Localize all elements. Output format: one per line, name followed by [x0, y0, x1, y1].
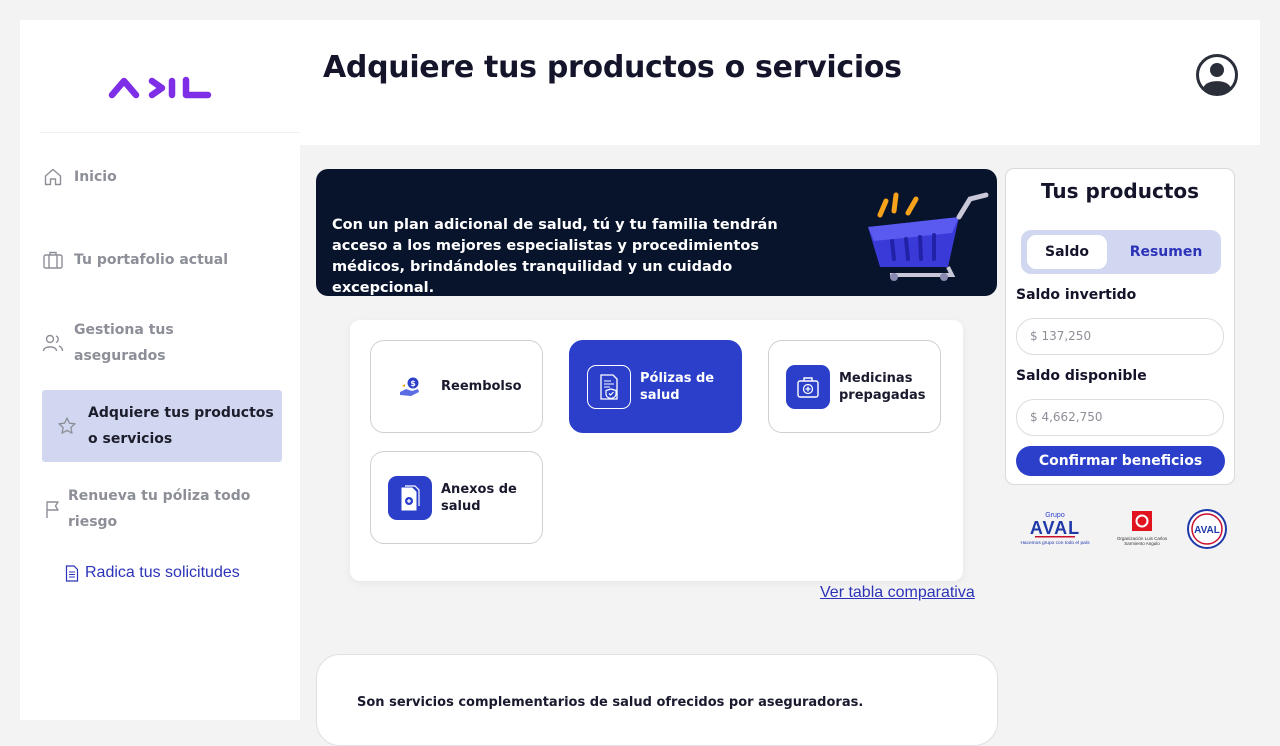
document-icon	[65, 564, 79, 582]
banner-text: Con un plan adicional de salud, tú y tu …	[332, 216, 778, 296]
saldo-resumen-toggle: Saldo Resumen	[1021, 230, 1221, 274]
sidebar: Inicio Tu portafolio actual Gestiona tus…	[20, 20, 360, 720]
health-annex-icon	[388, 475, 432, 520]
page-header: Adquiere tus productos o servicios	[300, 20, 1260, 145]
shopping-cart-icon	[864, 189, 994, 285]
flag-icon	[42, 498, 64, 520]
card-medicinas-prepagadas[interactable]: Medicinas prepagadas	[768, 340, 941, 433]
page-title: Adquiere tus productos o servicios	[323, 50, 902, 85]
grupo-aval-logo: Grupo AVAL Hacemos grupo con todo el paí…	[1013, 510, 1099, 552]
saldo-disponible-field[interactable]: $ 4,662,750	[1016, 399, 1224, 436]
promo-banner: Con un plan adicional de salud, tú y tu …	[316, 169, 997, 296]
card-label: Medicinas prepagadas	[839, 370, 926, 403]
card-reembolso[interactable]: $ Reembolso	[370, 340, 543, 433]
sidebar-item-gestiona[interactable]: Gestiona tus asegurados	[42, 317, 242, 369]
olc-caption-line-2: Sarmiento Angulo	[1124, 541, 1160, 546]
sidebar-item-adquiere[interactable]: Adquiere tus productos o servicios	[42, 390, 282, 462]
card-anexos-de-salud[interactable]: Anexos de salud	[370, 451, 543, 544]
info-panel: Son servicios complementarios de salud o…	[316, 654, 998, 746]
tab-saldo[interactable]: Saldo	[1027, 235, 1107, 269]
adl-logo[interactable]	[108, 72, 212, 106]
sidebar-item-label: Tu portafolio actual	[74, 252, 228, 268]
users-icon	[42, 332, 64, 354]
home-icon	[42, 166, 64, 188]
olc-logo: Organización Luis Carlos Sarmiento Angul…	[1112, 510, 1172, 546]
user-circle-icon	[1196, 54, 1238, 96]
user-avatar-button[interactable]	[1196, 54, 1238, 100]
aval-seal-logo: AVAL	[1187, 509, 1227, 553]
sidebar-item-label: Renueva tu póliza todo riesgo	[68, 488, 251, 530]
saldo-disponible-label: Saldo disponible	[1016, 368, 1147, 384]
aval-tagline-text: Hacemos grupo con todo el país	[1020, 540, 1090, 546]
products-title: Tus productos	[1040, 179, 1200, 203]
tab-resumen[interactable]: Resumen	[1116, 235, 1216, 269]
medical-kit-icon	[786, 364, 830, 409]
sidebar-item-label: Inicio	[74, 169, 117, 185]
seal-text: AVAL	[1194, 525, 1220, 536]
star-icon	[56, 415, 78, 437]
sidebar-item-portafolio[interactable]: Tu portafolio actual	[42, 247, 292, 273]
svg-text:$: $	[410, 379, 416, 388]
refund-hand-icon: $	[388, 365, 432, 409]
ver-tabla-comparativa-link[interactable]: Ver tabla comparativa	[820, 584, 975, 602]
saldo-invertido-field[interactable]: $ 137,250	[1016, 318, 1224, 355]
product-options-panel: $ Reembolso Pólizas de salud Medicinas p…	[350, 320, 963, 581]
briefcase-icon	[42, 249, 64, 271]
radica-link-label: Radica tus solicitudes	[85, 564, 240, 581]
sidebar-item-inicio[interactable]: Inicio	[42, 164, 282, 190]
saldo-invertido-label: Saldo invertido	[1016, 287, 1137, 303]
aval-name-text: AVAL	[1030, 518, 1080, 538]
products-summary-panel: Tus productos Saldo Resumen Saldo invert…	[1005, 168, 1235, 485]
health-policy-icon	[587, 364, 631, 409]
card-polizas-de-salud[interactable]: Pólizas de salud	[569, 340, 742, 433]
card-label: Reembolso	[441, 379, 522, 394]
sidebar-item-label: Adquiere tus productos o servicios	[88, 405, 274, 447]
sidebar-item-label: Gestiona tus asegurados	[74, 322, 174, 364]
radica-solicitudes-link[interactable]: Radica tus solicitudes	[65, 564, 240, 582]
sidebar-item-renueva[interactable]: Renueva tu póliza todo riesgo	[42, 483, 272, 535]
card-label: Anexos de salud	[441, 481, 517, 514]
confirmar-beneficios-button[interactable]: Confirmar beneficios	[1016, 446, 1225, 476]
card-label: Pólizas de salud	[640, 370, 715, 403]
info-text: Son servicios complementarios de salud o…	[357, 695, 864, 710]
